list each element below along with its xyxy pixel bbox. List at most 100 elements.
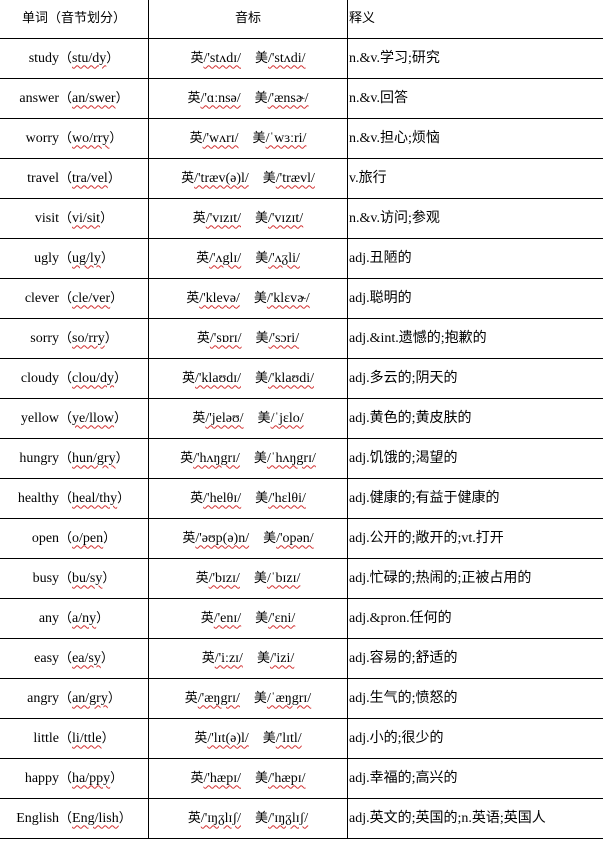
word: answer [19,90,60,106]
paren-open: （ [59,130,73,146]
syllables: heal/thy [72,490,118,506]
word-cell: angry（an/gry） [0,678,149,719]
table-row: open（o/pen） 英/'əʊp(ə)n/美/'opən/ adj.公开的;… [0,518,603,559]
syllables: ye/llow [72,410,115,426]
paren-open: （ [59,610,73,626]
uk-phonetic: /'wʌrɪ/ [202,130,239,146]
us-label: 美 [253,450,267,466]
table-row: worry（wo/rry） 英/'wʌrɪ/美/ˈwɜːri/ n.&v.担心;… [0,118,603,159]
word-cell: travel（tra/vel） [0,158,149,199]
paren-close: ） [96,610,110,626]
meaning-cell: adj.生气的;愤怒的 [347,678,603,719]
meaning: adj.&int.遗憾的;抱歉的 [349,330,487,346]
phonetic-cell: 英/'ɪŋᵹlɪʃ/美/'ɪŋᵹlɪʃ/ [148,798,348,839]
meaning: adj.饥饿的;渴望的 [349,450,458,466]
paren-open: （ [59,810,73,826]
uk-phonetic: /'klaʊdɪ/ [195,370,241,386]
us-phonetic: /'izi/ [269,650,295,666]
meaning-cell: adj.小的;很少的 [347,718,603,759]
paren-open: （ [59,410,73,426]
paren-close: ） [107,690,121,706]
word: sorry [30,330,60,346]
us-phonetic: /ˈhʌŋgrɪ/ [266,450,316,466]
word: yellow [20,410,60,426]
table-row: English（Eng/lish） 英/'ɪŋᵹlɪʃ/美/'ɪŋᵹlɪʃ/ a… [0,798,603,839]
paren-open: （ [59,170,73,186]
word: cloudy [20,370,60,386]
uk-label: 英 [182,370,196,386]
uk-label: 英 [181,170,195,186]
meaning: adj.&pron.任何的 [349,610,452,626]
word-cell: cloudy（clou/dy） [0,358,149,399]
paren-open: （ [59,690,73,706]
paren-close: ） [118,810,132,826]
phonetic-cell: 英/'klevə/美/'klɛvɚ/ [148,278,348,319]
word-cell: sorry（so/rry） [0,318,149,359]
us-phonetic: /'hæpɪ/ [268,770,306,786]
table-row: visit（vi/sit） 英/'vɪzɪt/美/'vɪzɪt/ n.&v.访问… [0,198,603,239]
uk-phonetic: /'iːzɪ/ [214,650,243,666]
phonetic-cell: 英/'əʊp(ə)n/美/'opən/ [148,518,348,559]
phonetic-cell: 英/'wʌrɪ/美/ˈwɜːri/ [148,118,348,159]
paren-close: ） [114,410,128,426]
uk-phonetic: /'ʌglɪ/ [209,250,242,266]
word-cell: hungry（hun/gry） [0,438,149,479]
meaning: adj.小的;很少的 [349,730,444,746]
meaning-cell: adj.&pron.任何的 [347,598,603,639]
meaning: adj.公开的;敞开的;vt.打开 [349,530,504,546]
syllables: an/gry [72,690,108,706]
word: little [33,730,60,746]
phonetic-cell: 英/'lɪt(ə)l/美/'lɪtl/ [148,718,348,759]
us-label: 美 [253,690,267,706]
meaning-cell: n.&v.访问;参观 [347,198,603,239]
uk-phonetic: /'æŋgrɪ/ [197,690,240,706]
us-phonetic: /'lɪtl/ [275,730,302,746]
meaning: n.&v.学习;研究 [349,50,440,66]
meaning-cell: n.&v.回答 [347,78,603,119]
word: open [31,530,60,546]
uk-label: 英 [194,730,208,746]
uk-label: 英 [195,570,209,586]
us-phonetic: /'vɪzɪt/ [268,210,304,226]
us-label: 美 [255,770,269,786]
phonetic-cell: 英/'hæpɪ/美/'hæpɪ/ [148,758,348,799]
uk-label: 英 [200,610,214,626]
phonetic-cell: 英/'hʌŋgrɪ/美/ˈhʌŋgrɪ/ [148,438,348,479]
uk-label: 英 [182,530,196,546]
word: travel [27,170,60,186]
uk-phonetic: /'stʌdɪ/ [203,50,241,66]
uk-label: 英 [196,250,210,266]
word-cell: worry（wo/rry） [0,118,149,159]
header-phonetic: 音标 [148,0,348,39]
uk-label: 英 [190,50,204,66]
uk-phonetic: /'helθɪ/ [203,490,242,506]
syllables: ha/ppy [72,770,111,786]
word-cell: little（li/ttle） [0,718,149,759]
syllables: ea/sy [72,650,101,666]
uk-phonetic: /'əʊp(ə)n/ [195,530,250,546]
word-cell: yellow（ye/llow） [0,398,149,439]
uk-label: 英 [192,410,206,426]
phonetic-cell: 英/'jeləʊ/美/ˈjɛlo/ [148,398,348,439]
us-label: 美 [255,490,269,506]
meaning-cell: n.&v.学习;研究 [347,38,603,79]
uk-label: 英 [180,450,194,466]
paren-open: （ [59,330,73,346]
us-label: 美 [257,410,271,426]
us-phonetic: /ˈwɜːri/ [265,130,307,146]
word: happy [24,770,60,786]
word-cell: study（stu/dy） [0,38,149,79]
paren-close: ） [100,210,114,226]
word-cell: any（a/ny） [0,598,149,639]
phonetic-cell: 英/'bɪzɪ/美/ˈbɪzɪ/ [148,558,348,599]
paren-open: （ [59,730,73,746]
us-phonetic: /'stʌdi/ [268,50,306,66]
phonetic-cell: 英/'klaʊdɪ/美/'klaʊdi/ [148,358,348,399]
table-row: answer（an/swer） 英/'ɑːnsə/美/'ænsɚ/ n.&v.回… [0,78,603,119]
table-row: hungry（hun/gry） 英/'hʌŋgrɪ/美/ˈhʌŋgrɪ/ adj… [0,438,603,479]
phonetic-cell: 英/'stʌdɪ/美/'stʌdi/ [148,38,348,79]
us-phonetic: /'opən/ [276,530,314,546]
table-row: study（stu/dy） 英/'stʌdɪ/美/'stʌdi/ n.&v.学习… [0,38,603,79]
us-phonetic: /'ɪŋᵹlɪʃ/ [268,810,309,826]
table-row: any（a/ny） 英/'enɪ/美/'ɛni/ adj.&pron.任何的 [0,598,603,639]
